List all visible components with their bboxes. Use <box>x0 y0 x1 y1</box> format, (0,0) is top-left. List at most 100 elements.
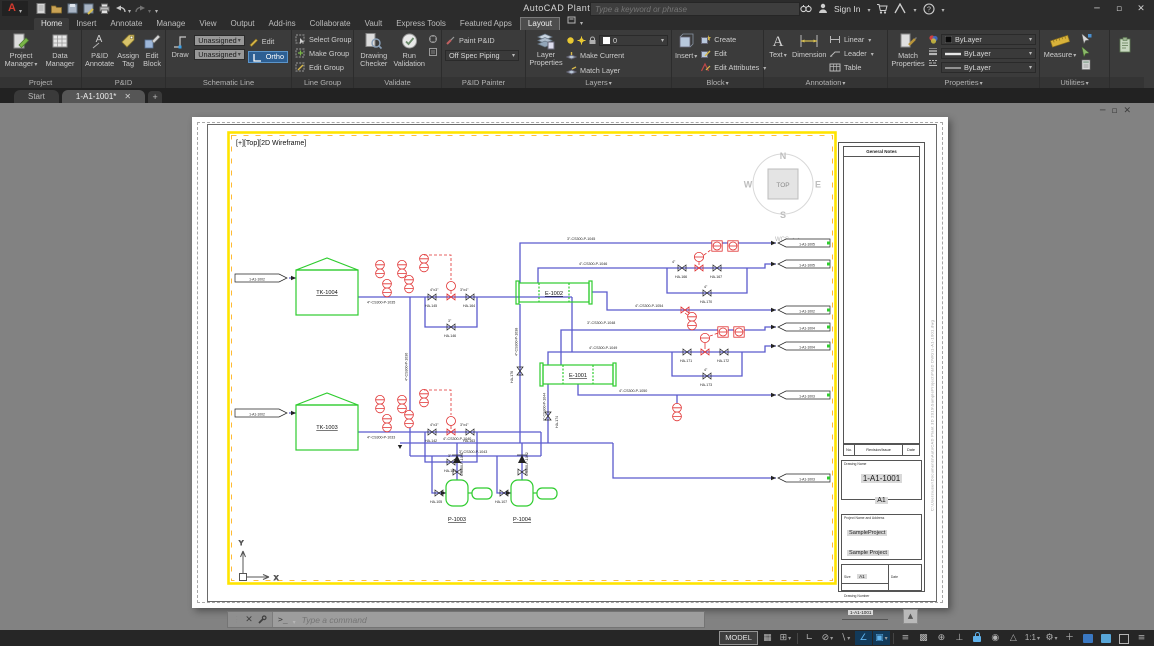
viewcube-east[interactable]: E <box>815 180 821 190</box>
doc-restore-icon[interactable]: ▫ <box>1111 106 1117 116</box>
layer-select[interactable]: 0 <box>599 35 668 46</box>
project-name2-value[interactable]: Sample Project <box>847 550 889 556</box>
pump2-tag[interactable]: P-1004 <box>513 517 531 523</box>
instrument-bubbles[interactable] <box>376 241 745 432</box>
paste-icon[interactable] <box>1117 36 1137 56</box>
pump-p1003[interactable]: P-1003 <box>446 480 492 523</box>
dynamic-ucs-toggle[interactable]: ⊥ <box>951 631 968 645</box>
snap-toggle[interactable]: ⊞ <box>777 631 794 645</box>
save-as-icon[interactable] <box>82 2 95 15</box>
layer-freeze-icon[interactable] <box>577 36 586 45</box>
viewcube[interactable]: N W E S TOP WCS <box>744 151 821 243</box>
tab-layout[interactable]: Layout <box>521 18 559 30</box>
tab-insert[interactable]: Insert <box>69 18 103 30</box>
exchanger2-tag[interactable]: E-1001 <box>569 373 587 379</box>
command-grip-icon[interactable]: ⋮ <box>233 615 241 624</box>
grid-toggle[interactable]: ▦ <box>759 631 776 645</box>
doc-minimize-icon[interactable]: ─ <box>1100 106 1105 116</box>
run-validation-button[interactable]: Run Validation <box>393 32 425 77</box>
new-file-icon[interactable] <box>34 2 47 15</box>
measure-button[interactable]: Measure <box>1043 32 1077 77</box>
open-file-icon[interactable] <box>50 2 63 15</box>
edit-group-button[interactable]: Edit Group <box>295 61 352 74</box>
search-binoculars-icon[interactable] <box>800 3 812 14</box>
panel-title-annotation[interactable]: Annotation <box>764 77 887 88</box>
exchanger1-tag[interactable]: E-1002 <box>545 291 563 297</box>
line-select[interactable]: Unassigned <box>194 49 245 60</box>
new-drawing-tab-button[interactable]: + <box>148 91 162 103</box>
color-select[interactable]: ByLayer <box>941 34 1036 45</box>
leader-button[interactable]: Leader <box>829 47 874 60</box>
make-group-button[interactable]: Make Group <box>295 47 352 60</box>
close-tab-icon[interactable]: ✕ <box>124 90 131 103</box>
panel-title-pid[interactable]: P&ID <box>82 77 165 88</box>
paint-pid-button[interactable]: Paint P&ID <box>445 34 522 47</box>
command-close-icon[interactable]: ✕ <box>245 615 253 625</box>
viewport-controls-label[interactable]: [+][Top][2D Wireframe] <box>236 140 306 147</box>
panel-title-layers[interactable]: Layers <box>526 77 671 88</box>
annotation-visibility-toggle[interactable]: ◉ <box>987 631 1004 645</box>
drawing-name-value[interactable]: 1-A1-1001 <box>861 474 902 483</box>
tab-annotate[interactable]: Annotate <box>103 18 149 30</box>
model-space-toggle[interactable]: MODEL <box>719 631 758 645</box>
painter-scheme-select[interactable]: Off Spec Piping <box>445 50 519 61</box>
customization-menu[interactable]: ≡ <box>1133 631 1150 645</box>
select-similar-icon[interactable] <box>1080 46 1092 57</box>
viewport-highlight[interactable] <box>229 133 836 584</box>
schematic-edit-button[interactable]: Edit <box>248 35 288 48</box>
drawing-number-value[interactable]: 1-A1-1001 <box>848 610 873 615</box>
chevron-down-icon[interactable] <box>866 4 870 14</box>
panel-title-validate[interactable]: Validate <box>354 77 441 88</box>
lock-ui-toggle[interactable] <box>969 631 986 645</box>
exchanger-e1001[interactable]: E-1001 <box>540 363 616 386</box>
panel-title-schematic-line[interactable]: Schematic Line <box>166 77 291 88</box>
panel-title-properties[interactable]: Properties <box>888 77 1039 88</box>
panel-title-project[interactable]: Project <box>0 77 81 88</box>
restore-button[interactable]: ▫ <box>1108 4 1130 14</box>
layer-lock-icon[interactable] <box>588 36 597 45</box>
tab-output[interactable]: Output <box>224 18 262 30</box>
redo-button[interactable] <box>134 0 151 18</box>
graphics-performance-tray[interactable] <box>1097 631 1114 645</box>
viewcube-south[interactable]: S <box>780 210 786 220</box>
match-properties-button[interactable]: Match Properties <box>891 32 925 77</box>
tab-express-tools[interactable]: Express Tools <box>389 18 453 30</box>
dimension-button[interactable]: Dimension <box>792 32 826 77</box>
clean-screen-toggle[interactable] <box>1115 631 1132 645</box>
layer-on-icon[interactable] <box>566 36 575 45</box>
edit-block-button[interactable]: Edit Block <box>142 32 162 77</box>
doc-close-icon[interactable]: ✕ <box>1124 106 1132 116</box>
viewcube-top-label[interactable]: TOP <box>776 182 789 189</box>
layer-properties-button[interactable]: Layer Properties <box>529 32 563 77</box>
selection-cycling-toggle[interactable]: ⊕ <box>933 631 950 645</box>
chevron-down-icon[interactable] <box>912 4 916 14</box>
linetype-select[interactable]: ByLayer <box>941 62 1036 73</box>
select-group-button[interactable]: Select Group <box>295 33 352 46</box>
linear-dimension-button[interactable]: Linear <box>829 33 874 46</box>
customize-qat-icon[interactable] <box>154 0 158 18</box>
viewcube-west[interactable]: W <box>744 180 753 190</box>
viewcube-north[interactable]: N <box>780 151 787 161</box>
data-manager-button[interactable]: Data Manager <box>42 32 78 77</box>
project-name-value[interactable]: SampleProject <box>847 530 887 536</box>
tank2-tag[interactable]: TK-1003 <box>316 425 337 431</box>
exchanger-e1002[interactable]: E-1002 <box>516 281 592 304</box>
quick-select-icon[interactable] <box>1080 33 1092 44</box>
save-icon[interactable] <box>66 2 79 15</box>
assign-tag-button[interactable]: Assign Tag <box>117 32 139 77</box>
app-store-cart-icon[interactable] <box>876 3 888 14</box>
command-input[interactable] <box>300 614 699 626</box>
chevron-down-icon[interactable] <box>292 611 296 629</box>
size-value[interactable]: A1 <box>857 574 867 579</box>
validation-report-icon[interactable] <box>428 47 438 57</box>
command-line[interactable]: ⋮ ✕ >_ <box>227 611 705 628</box>
application-menu-button[interactable]: A <box>2 1 28 16</box>
isodraft-toggle[interactable]: ∖ <box>837 631 854 645</box>
lineweight-select[interactable]: ByLayer <box>941 48 1036 59</box>
draw-button[interactable]: Draw <box>169 32 191 77</box>
annotation-monitor-toggle[interactable]: ＋ <box>1061 631 1078 645</box>
file-tab-start[interactable]: Start <box>14 90 59 103</box>
transparency-toggle[interactable]: ▩ <box>915 631 932 645</box>
pump-p1004[interactable]: P-1004 <box>511 480 557 523</box>
insert-block-button[interactable]: Insert <box>675 32 697 77</box>
